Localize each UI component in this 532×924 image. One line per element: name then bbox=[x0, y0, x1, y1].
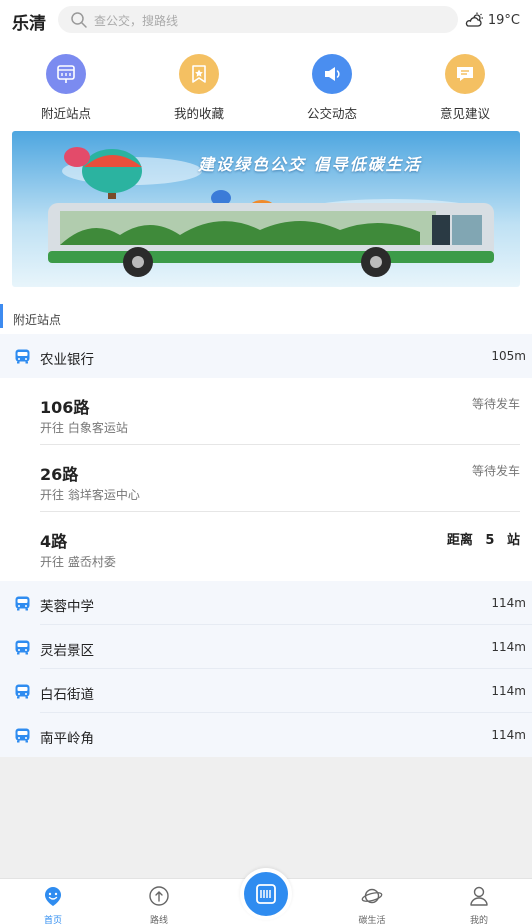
cloud-sun-icon bbox=[465, 12, 483, 27]
banner-slogan: 建设绿色公交 倡导低碳生活 bbox=[198, 155, 422, 174]
home-icon bbox=[45, 887, 61, 906]
scan-button-inner bbox=[244, 872, 288, 916]
station-row[interactable]: 白石街道 114m bbox=[0, 669, 532, 713]
station-name: 白石街道 bbox=[40, 687, 94, 703]
city-selector[interactable]: 乐清 bbox=[12, 9, 46, 34]
tab-home[interactable]: 首页 bbox=[23, 885, 83, 924]
quick-action-feedback[interactable]: 意见建议 bbox=[420, 54, 510, 122]
route-name: 26路 bbox=[40, 465, 79, 484]
station-row[interactable]: 灵岩景区 114m bbox=[0, 625, 532, 669]
favorite-icon bbox=[179, 54, 219, 94]
banner-area: 建设绿色公交 倡导低碳生活 bbox=[0, 131, 532, 298]
quick-action-label: 意见建议 bbox=[439, 106, 490, 121]
quick-action-bus-news[interactable]: 公交动态 bbox=[287, 54, 377, 122]
top-bar: 乐清 查公交，搜路线 19°C bbox=[0, 0, 532, 40]
route-direction: 开往 翁垟客运中心 bbox=[40, 488, 140, 502]
search-placeholder: 查公交，搜路线 bbox=[94, 14, 179, 28]
station-name: 灵岩景区 bbox=[40, 643, 94, 659]
feedback-icon bbox=[445, 54, 485, 94]
station-distance: 114m bbox=[491, 684, 526, 698]
route-row[interactable]: 4路 开往 盛岙村委 距离 5 站 bbox=[0, 512, 532, 581]
quick-action-label: 我的收藏 bbox=[173, 106, 224, 121]
quick-action-favorites[interactable]: 我的收藏 bbox=[154, 54, 244, 122]
scan-button[interactable] bbox=[240, 868, 292, 920]
bus-icon bbox=[15, 349, 30, 364]
station-row[interactable]: 南平岭角 114m bbox=[0, 713, 532, 757]
station-distance: 105m bbox=[491, 349, 526, 363]
tab-label: 首页 bbox=[43, 916, 62, 924]
station-distance: 114m bbox=[491, 728, 526, 742]
route-status: 等待发车 bbox=[471, 464, 520, 478]
station-distance: 114m bbox=[491, 640, 526, 654]
bus-icon bbox=[15, 684, 30, 699]
tab-carbon-life[interactable]: 碳生活 bbox=[342, 885, 402, 924]
bus-icon bbox=[15, 728, 30, 743]
station-name: 南平岭角 bbox=[40, 731, 94, 747]
tab-mine[interactable]: 我的 bbox=[449, 885, 509, 924]
nearby-station-icon bbox=[46, 54, 86, 94]
route-status: 等待发车 bbox=[471, 397, 520, 411]
scan-code-icon bbox=[256, 884, 276, 904]
bus-icon bbox=[15, 640, 30, 655]
station-name: 芙蓉中学 bbox=[40, 599, 94, 615]
section-marker bbox=[0, 304, 3, 328]
route-row[interactable]: 106路 开往 白象客运站 等待发车 bbox=[0, 378, 532, 445]
promo-banner[interactable]: 建设绿色公交 倡导低碳生活 bbox=[12, 131, 520, 287]
broadcast-icon bbox=[312, 54, 352, 94]
route-name: 4路 bbox=[40, 532, 68, 551]
route-direction: 开往 白象客运站 bbox=[40, 421, 128, 435]
temperature: 19°C bbox=[487, 12, 520, 28]
route-stops-away: 距离 5 站 bbox=[446, 533, 520, 548]
weather: 19°C bbox=[465, 10, 520, 30]
tab-label: 路线 bbox=[149, 916, 168, 924]
section-title: 附近站点 bbox=[13, 313, 62, 327]
quick-action-nearby[interactable]: 附近站点 bbox=[21, 54, 111, 122]
search-input[interactable]: 查公交，搜路线 bbox=[58, 6, 458, 33]
tab-label: 碳生活 bbox=[358, 916, 386, 924]
route-name: 106路 bbox=[40, 398, 90, 417]
bus-icon bbox=[15, 596, 30, 611]
nearby-section-header: 附近站点 bbox=[0, 298, 532, 334]
user-icon bbox=[470, 886, 488, 906]
station-name: 农业银行 bbox=[40, 352, 94, 368]
quick-actions: 附近站点 我的收藏 公交动态 意见建议 bbox=[0, 40, 532, 131]
route-icon bbox=[149, 886, 169, 906]
route-row[interactable]: 26路 开往 翁垟客运中心 等待发车 bbox=[0, 445, 532, 512]
route-direction: 开往 盛岙村委 bbox=[40, 555, 116, 569]
quick-action-label: 公交动态 bbox=[306, 106, 357, 121]
station-distance: 114m bbox=[491, 596, 526, 610]
station-row[interactable]: 芙蓉中学 114m bbox=[0, 581, 532, 625]
planet-icon bbox=[361, 888, 383, 904]
quick-action-label: 附近站点 bbox=[40, 106, 91, 121]
search-icon bbox=[71, 12, 87, 28]
tab-label: 我的 bbox=[469, 916, 488, 924]
tab-route[interactable]: 路线 bbox=[129, 885, 189, 924]
station-row[interactable]: 农业银行 105m bbox=[0, 334, 532, 378]
